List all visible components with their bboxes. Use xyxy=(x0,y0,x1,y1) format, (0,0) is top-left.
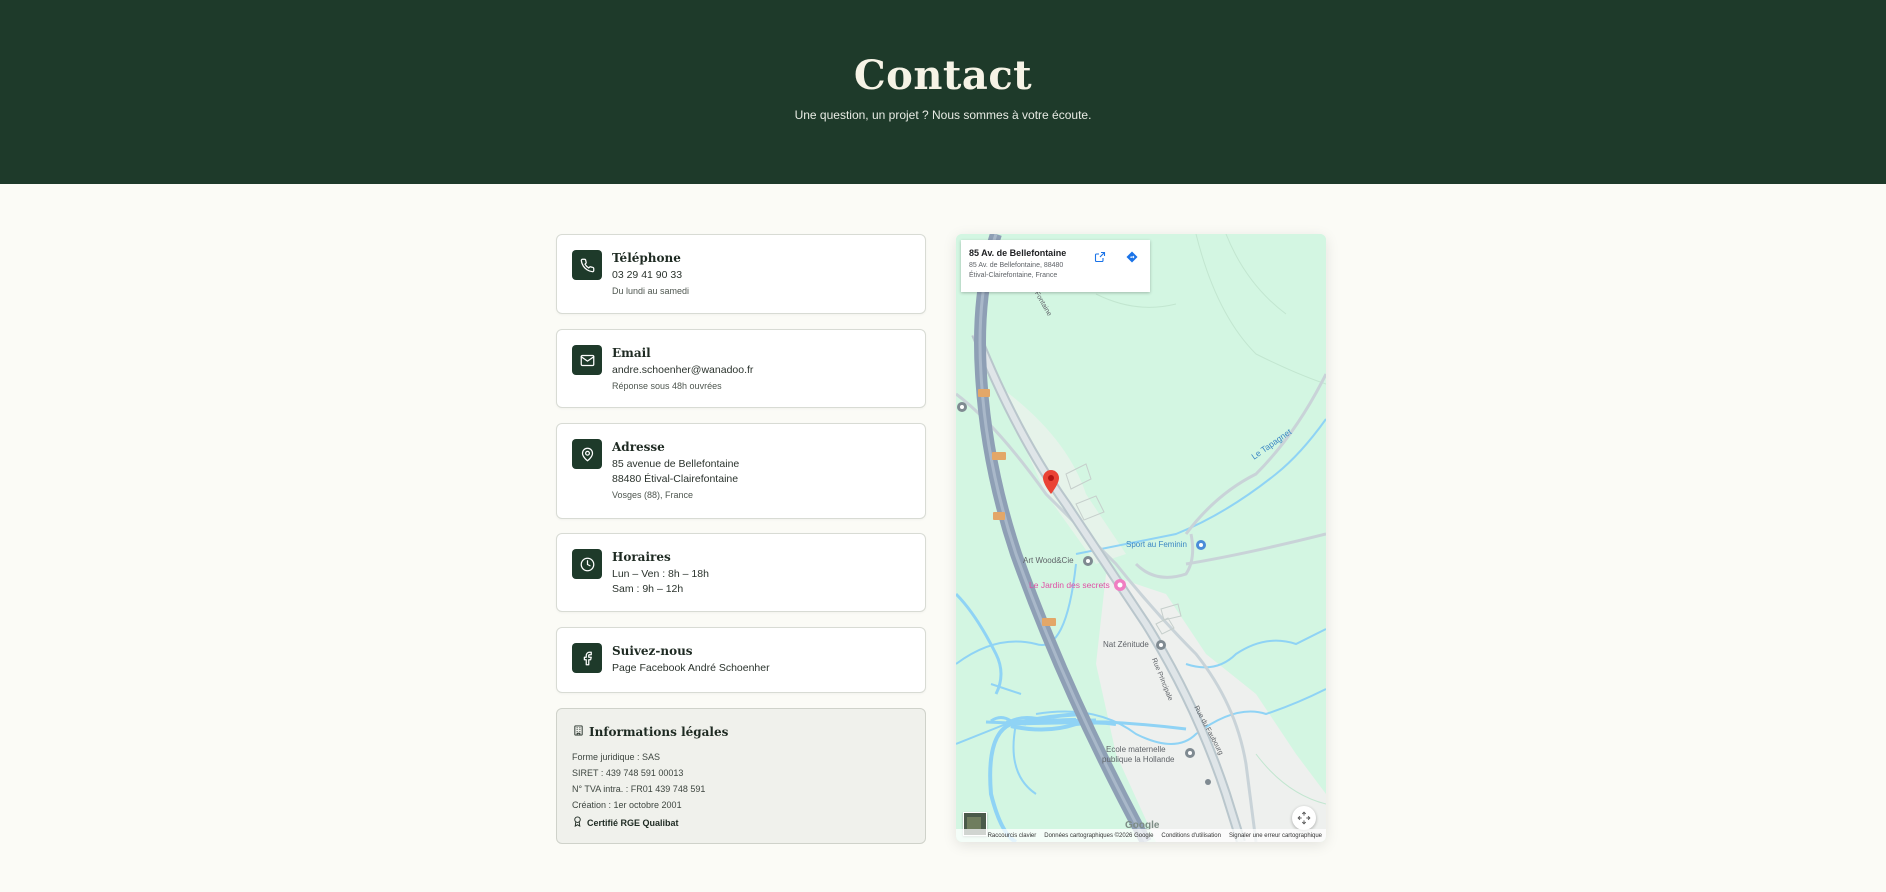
legal-info-panel: Informations légales Forme juridique : S… xyxy=(556,708,926,844)
page-subtitle: Une question, un projet ? Nous sommes à … xyxy=(794,108,1092,122)
map-label-ecole-2: publique la Hollande xyxy=(1102,755,1175,764)
location-marker-icon[interactable] xyxy=(1043,470,1059,494)
building-icon xyxy=(573,725,584,739)
embedded-map[interactable]: Le Tapagnet Rue Fontaine Sport au Femini… xyxy=(956,234,1326,842)
hours-title: Horaires xyxy=(612,550,671,564)
map-label-jardin: Le Jardin des secrets xyxy=(1029,580,1110,590)
phone-title: Téléphone xyxy=(612,251,681,265)
legal-title-row: Informations légales xyxy=(573,725,728,739)
email-note: Réponse sous 48h ouvrées xyxy=(612,381,722,391)
legal-title: Informations légales xyxy=(589,725,729,739)
legal-vat: N° TVA intra. : FR01 439 748 591 xyxy=(572,784,706,794)
certification-row: Certifié RGE Qualibat xyxy=(572,816,679,829)
certification-label: Certifié RGE Qualibat xyxy=(587,817,679,828)
report-error-link[interactable]: Signaler une erreur cartographique xyxy=(1229,833,1322,839)
hours-card: Horaires Lun – Ven : 8h – 18h Sam : 9h –… xyxy=(556,533,926,612)
hours-weekdays: Lun – Ven : 8h – 18h xyxy=(612,568,709,580)
keyboard-shortcuts-link[interactable]: Raccourcis clavier xyxy=(988,833,1037,839)
open-in-maps-icon[interactable] xyxy=(1092,249,1108,265)
email-link[interactable]: andre.schoenher@wanadoo.fr xyxy=(612,363,915,378)
mail-icon xyxy=(572,345,602,375)
map-label-ecole-1: Ecole maternelle xyxy=(1106,745,1166,754)
address-title: Adresse xyxy=(612,440,665,454)
address-region: Vosges (88), France xyxy=(612,490,694,500)
phone-icon xyxy=(572,250,602,280)
facebook-icon xyxy=(572,643,602,673)
address-street: 85 avenue de Bellefontaine xyxy=(612,458,740,470)
map-label-nat: Nat Zénitude xyxy=(1103,640,1149,649)
page-title: Contact xyxy=(853,52,1033,99)
map-attribution-bar: Raccourcis clavier Données cartographiqu… xyxy=(956,829,1326,842)
map-place-name: 85 Av. de Bellefontaine xyxy=(969,248,1067,258)
facebook-page-link[interactable]: Page Facebook André Schoenher xyxy=(612,661,915,676)
map-label-sport: Sport au Feminin xyxy=(1126,540,1187,549)
email-title: Email xyxy=(612,346,651,360)
legal-creation: Création : 1er octobre 2001 xyxy=(572,800,682,810)
map-data-credit: Données cartographiques ©2026 Google xyxy=(1044,832,1154,839)
clock-icon xyxy=(572,549,602,579)
phone-number-link[interactable]: 03 29 41 90 33 xyxy=(612,268,915,283)
directions-icon[interactable] xyxy=(1124,249,1140,265)
map-label-wood: Art Wood&Cie xyxy=(1023,556,1074,565)
award-icon xyxy=(572,816,583,829)
hours-saturday: Sam : 9h – 12h xyxy=(612,583,684,595)
address-card: Adresse 85 avenue de Bellefontaine 88480… xyxy=(556,423,926,519)
legal-form: Forme juridique : SAS xyxy=(572,752,661,762)
legal-lines: Forme juridique : SAS SIRET : 439 748 59… xyxy=(572,749,705,813)
phone-card: Téléphone 03 29 41 90 33 Du lundi au sam… xyxy=(556,234,926,314)
email-card: Email andre.schoenher@wanadoo.fr Réponse… xyxy=(556,329,926,408)
terms-link[interactable]: Conditions d'utilisation xyxy=(1161,833,1221,839)
map-pin-icon xyxy=(572,439,602,469)
social-title: Suivez-nous xyxy=(612,644,693,658)
legal-siret: SIRET : 439 748 591 00013 xyxy=(572,768,684,778)
map-place-address: 85 Av. de Bellefontaine, 88480 Étival-Cl… xyxy=(969,262,1064,279)
address-city: 88480 Étival-Clairefontaine xyxy=(612,473,739,485)
fullscreen-icon[interactable] xyxy=(1292,806,1316,830)
social-card: Suivez-nous Page Facebook André Schoenhe… xyxy=(556,627,926,693)
phone-note: Du lundi au samedi xyxy=(612,286,690,296)
map-place-card: 85 Av. de Bellefontaine 85 Av. de Bellef… xyxy=(961,240,1150,292)
page-header: Contact Une question, un projet ? Nous s… xyxy=(0,0,1886,184)
